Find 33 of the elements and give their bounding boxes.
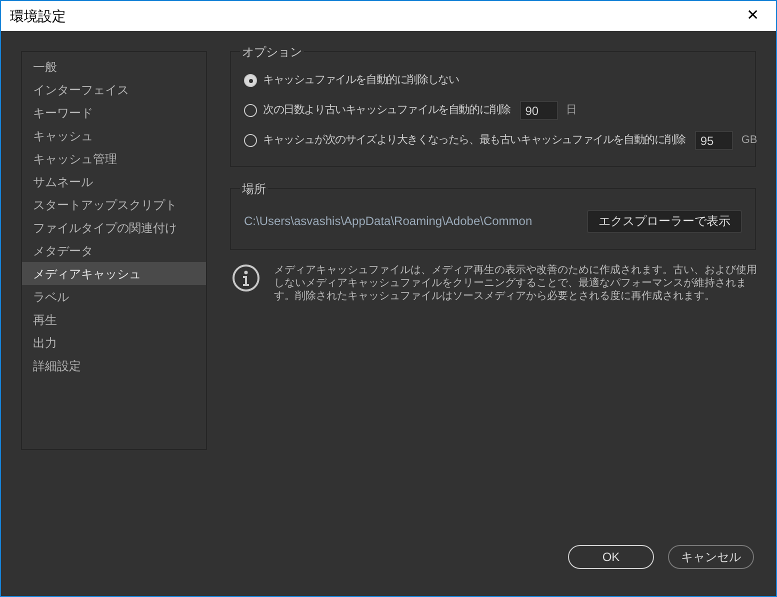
info-text: メディアキャッシュファイルは、メディア再生の表示や改善のために作成されます。古い、および使用しないメディアキャッシュファイルをクリーニングすることで、最適なパフォーマンスが維持されます。削除されたキャッシュファイルはソースメディアから必要とされる度に再作成されます。 (274, 264, 758, 303)
ok-button[interactable]: OK (568, 545, 654, 569)
unit-label: GB (741, 133, 758, 148)
show-in-explorer-button[interactable]: エクスプローラーで表示 (587, 210, 742, 232)
sidebar-item[interactable]: インターフェイス (22, 78, 206, 101)
sidebar-item[interactable]: キャッシュ管理 (22, 147, 206, 170)
sidebar-item[interactable]: ラベル (22, 285, 206, 308)
input-field[interactable]: 90 (520, 101, 558, 120)
close-button[interactable]: ✕ (730, 1, 776, 31)
window-title: 環境設定 (10, 6, 66, 26)
sidebar-item[interactable]: キーワード (22, 101, 206, 124)
radio-label: 次の日数より古いキャッシュファイルを自動的に削除 (263, 103, 510, 118)
sidebar-item[interactable]: メディアキャッシュ (22, 262, 206, 285)
sidebar-item[interactable]: サムネール (22, 170, 206, 193)
folder-path: C:\Users\asvashis\AppData\Roaming\Adobe\Common (244, 213, 532, 230)
sidebar-item[interactable]: キャッシュ (22, 124, 206, 147)
sidebar-item[interactable]: 一般 (22, 55, 206, 78)
sidebar-item[interactable]: スタートアップスクリプト (22, 193, 206, 216)
sidebar-item[interactable]: 詳細設定 (22, 354, 206, 377)
group-title: 場所 (240, 180, 268, 198)
unit-label: 日 (566, 103, 578, 118)
sidebar-item[interactable]: 再生 (22, 308, 206, 331)
sidebar-item[interactable]: メタデータ (22, 239, 206, 262)
radio-button[interactable] (244, 134, 257, 147)
radio-button[interactable] (244, 74, 257, 87)
radio-button[interactable] (244, 104, 257, 117)
cancel-button[interactable]: キャンセル (668, 545, 754, 569)
sidebar-item[interactable]: 出力 (22, 331, 206, 354)
sidebar-item[interactable]: ファイルタイプの関連付け (22, 216, 206, 239)
info-icon (232, 264, 260, 292)
radio-label: キャッシュファイルを自動的に削除しない (263, 73, 459, 88)
radio-label: キャッシュが次のサイズより大きくなったら、最も古いキャッシュファイルを自動的に削除 (263, 133, 686, 148)
input-field[interactable]: 95 (695, 131, 734, 150)
